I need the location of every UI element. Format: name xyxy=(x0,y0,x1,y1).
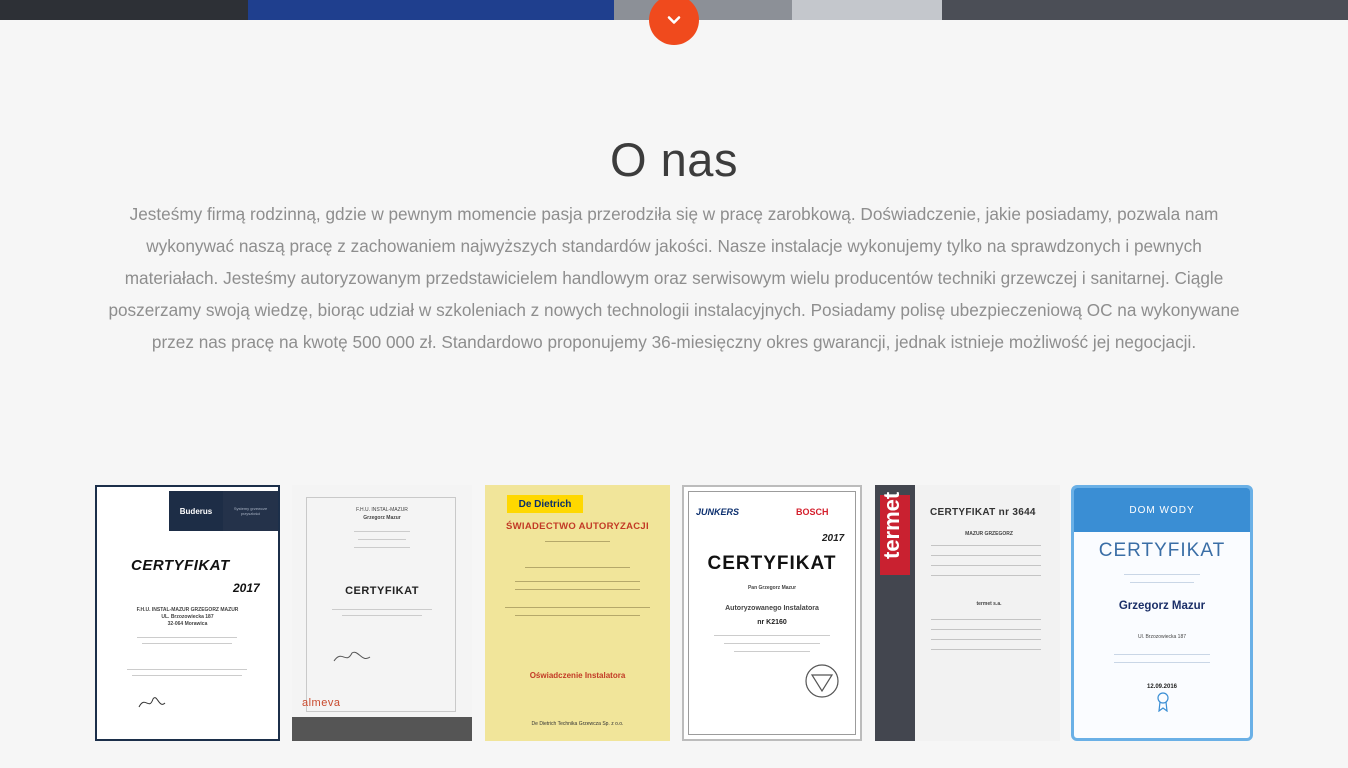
text-line xyxy=(142,643,232,644)
text-line xyxy=(931,555,1041,556)
text-line xyxy=(931,575,1041,576)
hero-segment xyxy=(792,0,942,20)
junkers-logo: JUNKERS xyxy=(696,507,740,517)
award-ribbon-icon xyxy=(1157,692,1169,712)
certificate-name: Pan Grzegorz Mazur xyxy=(747,585,797,591)
certificate-title: CERTYFIKAT xyxy=(707,553,837,574)
certificate-title: CERTYFIKAT xyxy=(1098,540,1226,561)
text-line xyxy=(354,531,410,532)
text-line xyxy=(515,581,640,582)
termet-side-band: termet xyxy=(875,485,915,741)
text-line xyxy=(931,619,1041,620)
certificate-company: F.H.U. INSTAL-MAZUR xyxy=(356,507,408,513)
text-line xyxy=(724,643,820,644)
certificate-junkers-bosch[interactable]: JUNKERS BOSCH 2017 CERTYFIKAT Pan Grzego… xyxy=(682,485,862,741)
certificate-company: termet s.a. xyxy=(976,601,1002,607)
certificate-name: MAZUR GRZEGORZ xyxy=(965,531,1013,537)
text-line xyxy=(127,669,247,670)
text-line xyxy=(505,607,650,608)
buderus-logo: Buderus xyxy=(169,491,223,531)
text-line xyxy=(931,649,1041,650)
signature-icon xyxy=(138,697,166,708)
scroll-down-button[interactable] xyxy=(649,0,699,45)
buderus-logo-block: Buderus Systemy grzewcze przyszłości xyxy=(169,491,278,531)
chevron-down-icon xyxy=(667,16,681,24)
certificate-title: CERTYFIKAT xyxy=(131,557,230,574)
certificate-dom-wody[interactable]: DOM WODY CERTYFIKAT Grzegorz Mazur Ul. B… xyxy=(1071,485,1253,741)
hero-segment xyxy=(248,0,614,20)
certificate-number: nr K2160 xyxy=(757,619,787,626)
text-line xyxy=(1130,582,1194,583)
certificate-date: 12.09.2016 xyxy=(1146,684,1178,690)
certificate-almeva[interactable]: F.H.U. INSTAL-MAZUR Grzegorz Mazur CERTY… xyxy=(292,485,472,741)
hero-segment xyxy=(614,0,792,20)
text-line xyxy=(1124,574,1200,575)
termet-logo: termet xyxy=(879,491,904,559)
bosch-logo: BOSCH xyxy=(796,507,829,517)
certificate-year: 2017 xyxy=(822,533,845,544)
certificate-title: CERTYFIKAT nr 3644 xyxy=(930,507,1036,518)
certificate-name: Grzegorz Mazur xyxy=(363,515,401,521)
text-line xyxy=(714,635,830,636)
text-line xyxy=(1114,662,1210,663)
text-line xyxy=(931,639,1041,640)
certificate-year: 2017 xyxy=(233,581,260,595)
text-line xyxy=(931,545,1041,546)
certificate-buderus[interactable]: Buderus Systemy grzewcze przyszłości CER… xyxy=(95,485,280,741)
text-line xyxy=(354,547,410,548)
text-line xyxy=(515,615,640,616)
text-line xyxy=(931,565,1041,566)
signature-icon xyxy=(333,651,371,662)
certificate-holder: F.H.U. INSTAL-MAZUR GRZEGORZ MAZUR xyxy=(136,607,239,613)
certificate-de-dietrich[interactable]: De Dietrich ŚWIADECTWO AUTORYZACJI Oświa… xyxy=(485,485,670,741)
certificates-gallery: Buderus Systemy grzewcze przyszłości CER… xyxy=(0,485,1348,743)
text-line xyxy=(358,539,406,540)
buderus-tagline: Systemy grzewcze przyszłości xyxy=(233,506,268,516)
certificate-role: Autoryzowanego Instalatora xyxy=(725,605,819,612)
certificate-frame xyxy=(306,497,456,712)
text-line xyxy=(545,541,610,542)
certificate-title: CERTYFIKAT xyxy=(345,585,419,597)
certificate-termet[interactable]: termet CERTYFIKAT nr 3644 MAZUR GRZEGORZ… xyxy=(875,485,1060,741)
de-dietrich-logo: De Dietrich xyxy=(507,495,583,513)
text-line xyxy=(332,609,432,610)
section-title: O nas xyxy=(610,133,738,186)
certificate-title: ŚWIADECTWO AUTORYZACJI xyxy=(506,521,649,532)
text-line xyxy=(515,589,640,590)
about-paragraph: Jesteśmy firmą rodzinną, gdzie w pewnym … xyxy=(108,204,1240,352)
certificate-name: Grzegorz Mazur xyxy=(1118,600,1206,612)
certificate-city: 32-064 Morawica xyxy=(167,621,208,627)
dom-wody-logo: DOM WODY xyxy=(1074,488,1250,532)
text-line xyxy=(734,651,810,652)
text-line xyxy=(931,629,1041,630)
certificate-footer xyxy=(292,717,472,741)
certificate-footer: De Dietrich Technika Grzewcza Sp. z o.o. xyxy=(531,721,624,727)
hero-segment xyxy=(0,0,248,20)
text-line xyxy=(1114,654,1210,655)
hero-segment xyxy=(942,0,1348,20)
certificate-address: UL. Brzozowiecka 187 xyxy=(161,614,214,620)
text-line xyxy=(137,637,237,638)
text-line xyxy=(525,567,630,568)
certificate-address: Ul. Brzozowiecka 187 xyxy=(1137,634,1187,640)
almeva-logo: almeva xyxy=(302,697,341,709)
seal-icon xyxy=(805,664,839,698)
text-line xyxy=(132,675,242,676)
text-line xyxy=(342,615,422,616)
certificate-subtitle: Oświadczenie Instalatora xyxy=(529,671,626,680)
